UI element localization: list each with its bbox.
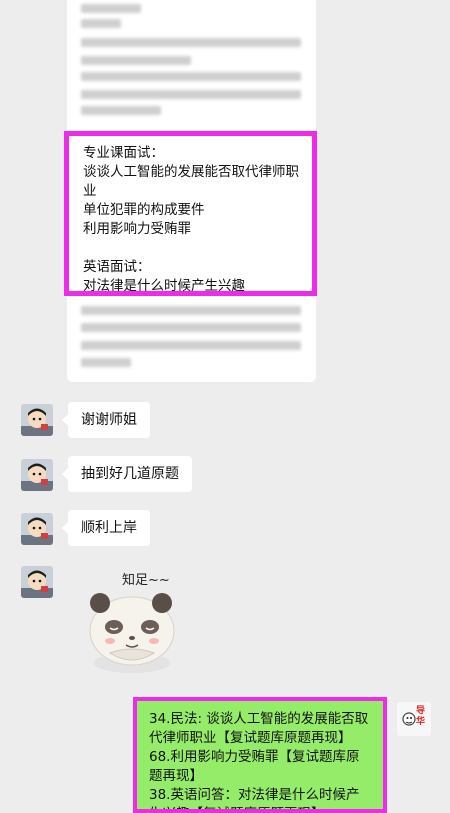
hl-line: 谈谈人工智能的发展能否取代律师职 (83, 164, 299, 180)
reply-line: 题再现】 (149, 768, 203, 784)
contact-avatar[interactable] (21, 404, 53, 436)
self-avatar[interactable]: 导华 (397, 702, 431, 736)
hl-line: 利用影响力受贿罪 (83, 221, 191, 237)
message-bubble[interactable]: 顺利上岸 (62, 510, 150, 546)
contact-avatar[interactable] (21, 459, 53, 491)
outgoing-message-text: 34.民法: 谈谈人工智能的发展能否取 代律师职业【复试题库原题再现】 68.利… (149, 710, 379, 809)
contact-avatar[interactable] (21, 513, 53, 545)
highlighted-message: 专业课面试： 谈谈人工智能的发展能否取代律师职 业 单位犯罪的构成要件 利用影响… (64, 131, 317, 296)
self-avatar-label: 导华 (416, 706, 426, 727)
hl-line: 英语面试： (83, 259, 151, 275)
highlighted-message-text: 专业课面试： 谈谈人工智能的发展能否取代律师职 业 单位犯罪的构成要件 利用影响… (83, 144, 304, 296)
contact-avatar[interactable] (21, 566, 53, 598)
reply-line: 代律师职业【复试题库原题再现】 (149, 730, 352, 746)
hl-line: 业 (83, 183, 97, 199)
message-bubble[interactable]: 抽到好几道原题 (62, 456, 192, 492)
reply-line: 生兴趣【复试题库原题再现】 (149, 805, 379, 809)
reply-line: 34.民法: 谈谈人工智能的发展能否取 (149, 711, 369, 727)
hl-line (83, 239, 304, 258)
hl-line: 单位犯罪的构成要件 (83, 202, 205, 218)
reply-line: 38.英语问答：对法律是什么时候产 (149, 787, 360, 803)
reply-line: 68.利用影响力受贿罪【复试题库原 (149, 749, 360, 765)
outgoing-message-bubble[interactable]: 34.民法: 谈谈人工智能的发展能否取 代律师职业【复试题库原题再现】 68.利… (133, 697, 387, 813)
message-text: 抽到好几道原题 (81, 466, 179, 482)
message-bubble[interactable]: 谢谢师姐 (62, 402, 150, 438)
message-text: 顺利上岸 (81, 520, 137, 536)
message-text: 谢谢师姐 (81, 412, 137, 428)
hl-line: 专业课面试： (83, 145, 164, 161)
hl-line: 对法律是什么时候产生兴趣 (83, 278, 245, 294)
panda-sticker-icon[interactable]: 知足~~ (80, 565, 190, 675)
